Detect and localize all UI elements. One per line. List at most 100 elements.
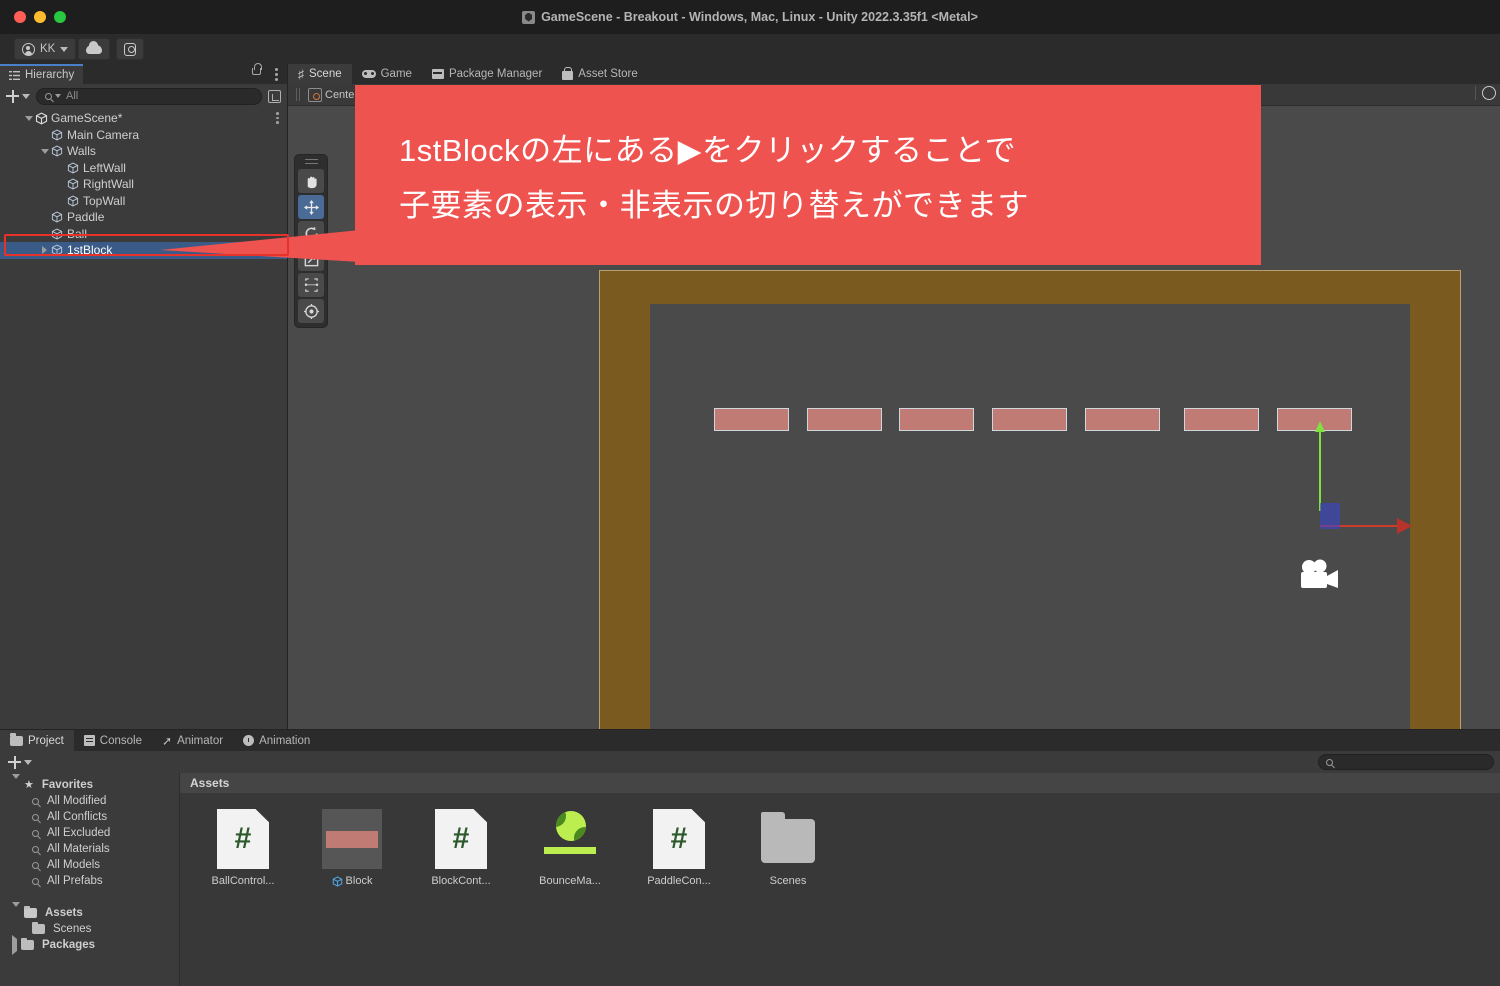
hierarchy-item-topwall[interactable]: TopWall <box>0 193 287 210</box>
gameobject-icon <box>51 211 63 223</box>
cloud-button[interactable] <box>78 38 110 60</box>
tab-hierarchy[interactable]: Hierarchy <box>0 64 84 84</box>
gameobject-icon <box>51 228 63 240</box>
project-tree-item-allmaterials[interactable]: All Materials <box>0 841 179 857</box>
asset-label-wrap: BallControl... <box>212 875 275 887</box>
asset-item[interactable]: Scenes <box>749 809 827 887</box>
project-tree-item-packages[interactable]: Packages <box>0 935 179 955</box>
block-object[interactable] <box>807 408 882 431</box>
asset-grid: # BallControl... Block # BlockCont... BounceM… <box>180 793 1500 887</box>
twisty-right-icon[interactable] <box>12 935 17 955</box>
project-tree-item-favorites[interactable]: ★ Favorites <box>0 774 179 793</box>
project-tree-item-allconflicts[interactable]: All Conflicts <box>0 809 179 825</box>
asset-item[interactable]: # BlockCont... <box>422 809 500 887</box>
asset-item[interactable]: BounceMa... <box>531 809 609 887</box>
hierarchy-item-leftwall[interactable]: LeftWall <box>0 160 287 177</box>
block-object[interactable] <box>899 408 974 431</box>
hierarchy-item-gamescene[interactable]: GameScene* <box>0 110 287 127</box>
project-tree-label: All Prefabs <box>47 875 103 887</box>
scene-search-area[interactable] <box>1475 86 1496 100</box>
scene-menu-icon[interactable] <box>276 112 279 126</box>
project-search-input[interactable] <box>1318 754 1494 770</box>
asset-item[interactable]: # PaddleCon... <box>640 809 718 887</box>
project-tree-item-scenes[interactable]: Scenes <box>0 921 179 937</box>
plus-icon <box>6 89 19 103</box>
tab-project[interactable]: Project <box>0 730 74 751</box>
project-tree-item-allprefabs[interactable]: All Prefabs <box>0 873 179 889</box>
account-button[interactable]: KK <box>14 38 77 60</box>
gizmo-y-axis[interactable] <box>1315 421 1325 511</box>
hierarchy-item-ball[interactable]: Ball <box>0 226 287 243</box>
settings-button[interactable] <box>116 38 144 60</box>
gameobject-icon <box>67 195 79 207</box>
gizmo-z-axis[interactable] <box>1320 503 1340 529</box>
twisty-down-icon[interactable] <box>12 774 20 791</box>
account-label: KK <box>40 43 56 55</box>
project-tree-label: All Modified <box>47 795 107 807</box>
block-object[interactable] <box>1085 408 1160 431</box>
material-icon <box>540 809 600 869</box>
project-tree-item-allexcluded[interactable]: All Excluded <box>0 825 179 841</box>
hierarchy-item-1stblock[interactable]: 1stBlock <box>0 242 287 259</box>
block-object[interactable] <box>714 408 789 431</box>
play-field-background <box>650 304 1410 729</box>
twisty-down-icon[interactable] <box>22 115 35 121</box>
project-tree-item-allmodels[interactable]: All Models <box>0 857 179 873</box>
asset-label-wrap: BlockCont... <box>431 875 490 887</box>
grid-icon: ♯ <box>298 67 304 81</box>
lock-icon[interactable] <box>252 63 262 75</box>
scale-tool[interactable] <box>298 247 324 271</box>
tab-asset-store[interactable]: Asset Store <box>552 64 647 84</box>
hierarchy-item-walls[interactable]: Walls <box>0 143 287 160</box>
search-icon <box>32 813 39 821</box>
rect-tool[interactable] <box>298 273 324 297</box>
twisty-down-icon[interactable] <box>38 148 51 154</box>
move-tool[interactable] <box>298 195 324 219</box>
create-object-button[interactable] <box>6 89 30 103</box>
transform-tool[interactable] <box>298 299 324 323</box>
search-icon[interactable] <box>1482 86 1496 100</box>
hierarchy-item-paddle[interactable]: Paddle <box>0 209 287 226</box>
asset-label: BlockCont... <box>431 875 491 887</box>
breadcrumb: Assets <box>180 773 1500 793</box>
asset-item[interactable]: Block <box>313 809 391 887</box>
hierarchy-panel: Hierarchy All GameScene* Main Camera Walls… <box>0 63 288 729</box>
twisty-down-icon[interactable] <box>12 902 20 919</box>
gameobject-icon <box>51 244 63 256</box>
asset-item[interactable]: # BallControl... <box>204 809 282 887</box>
panel-menu-icon[interactable] <box>275 68 278 81</box>
hierarchy-item-label: Paddle <box>67 210 105 225</box>
store-icon <box>562 67 574 80</box>
tab-animation[interactable]: Animation <box>233 730 320 751</box>
asset-label-wrap: Scenes <box>770 875 807 887</box>
hierarchy-tree: GameScene* Main Camera Walls LeftWall RightW… <box>0 108 287 259</box>
search-icon <box>32 829 39 837</box>
project-tree: ★ Favorites All Modified All Conflicts All E… <box>0 773 180 986</box>
tab-console[interactable]: Console <box>74 730 152 751</box>
block-object[interactable] <box>992 408 1067 431</box>
pivot-mode-button[interactable]: Center <box>308 87 358 102</box>
hierarchy-item-label: Walls <box>67 144 96 159</box>
tab-game[interactable]: Game <box>352 64 422 84</box>
scene-tools-palette <box>294 154 328 328</box>
tab-package-manager[interactable]: Package Manager <box>422 64 552 84</box>
hierarchy-item-maincamera[interactable]: Main Camera <box>0 127 287 144</box>
toolbar-grip <box>296 88 300 101</box>
hierarchy-item-rightwall[interactable]: RightWall <box>0 176 287 193</box>
block-object[interactable] <box>1184 408 1259 431</box>
unity-editor-window: GameScene - Breakout - Windows, Mac, Lin… <box>0 0 1500 986</box>
search-icon <box>1326 758 1333 766</box>
main-camera-gizmo-icon[interactable] <box>1296 558 1342 592</box>
rotate-tool[interactable] <box>298 221 324 245</box>
hierarchy-item-label: TopWall <box>83 193 126 208</box>
project-tree-label: All Excluded <box>47 827 111 839</box>
hierarchy-search-input[interactable]: All <box>36 87 262 105</box>
project-tree-item-allmodified[interactable]: All Modified <box>0 793 179 809</box>
tab-scene[interactable]: ♯ Scene <box>288 64 352 84</box>
twisty-right-icon[interactable] <box>38 246 51 255</box>
expand-icon[interactable] <box>268 89 281 103</box>
create-asset-button[interactable] <box>8 755 32 769</box>
tab-animator[interactable]: ➚ Animator <box>152 730 233 751</box>
hand-tool[interactable] <box>298 169 324 193</box>
project-tree-item-assets[interactable]: Assets <box>0 902 179 921</box>
